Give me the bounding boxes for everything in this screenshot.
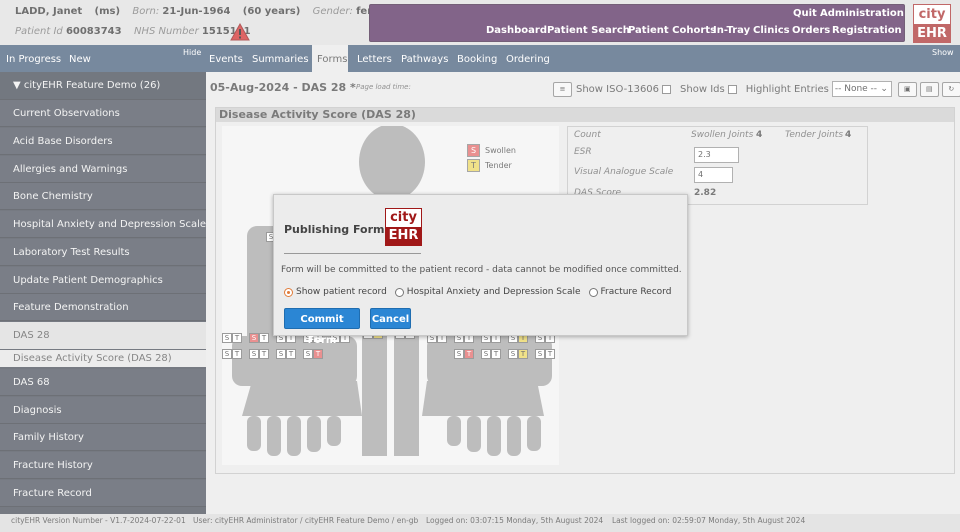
option-label: Fracture Record [600,287,672,297]
radio-hospital-anxiety[interactable] [394,287,404,297]
radio-fracture-record[interactable] [588,287,598,297]
radio-show-patient-record[interactable] [284,287,293,297]
dialog-logo-city-text: city [390,210,417,225]
dialog-title: Publishing Form [284,223,385,236]
dialog-logo-ehr-text: EHR [386,227,421,245]
commit-form-button[interactable]: Commit Form [284,308,360,346]
cancel-button[interactable]: Cancel [370,308,411,329]
dialog-message: Form will be committed to the patient re… [281,265,682,275]
next-action-options: Show patient record Hospital Anxiety and… [284,287,671,297]
option-label: Show patient record [296,287,387,297]
option-label: Hospital Anxiety and Depression Scale [406,287,581,297]
dialog-divider [284,253,421,254]
cityehr-dialog-logo: city EHR [385,208,422,246]
publishing-form-dialog: Publishing Form city EHR Form will be co… [273,194,688,346]
